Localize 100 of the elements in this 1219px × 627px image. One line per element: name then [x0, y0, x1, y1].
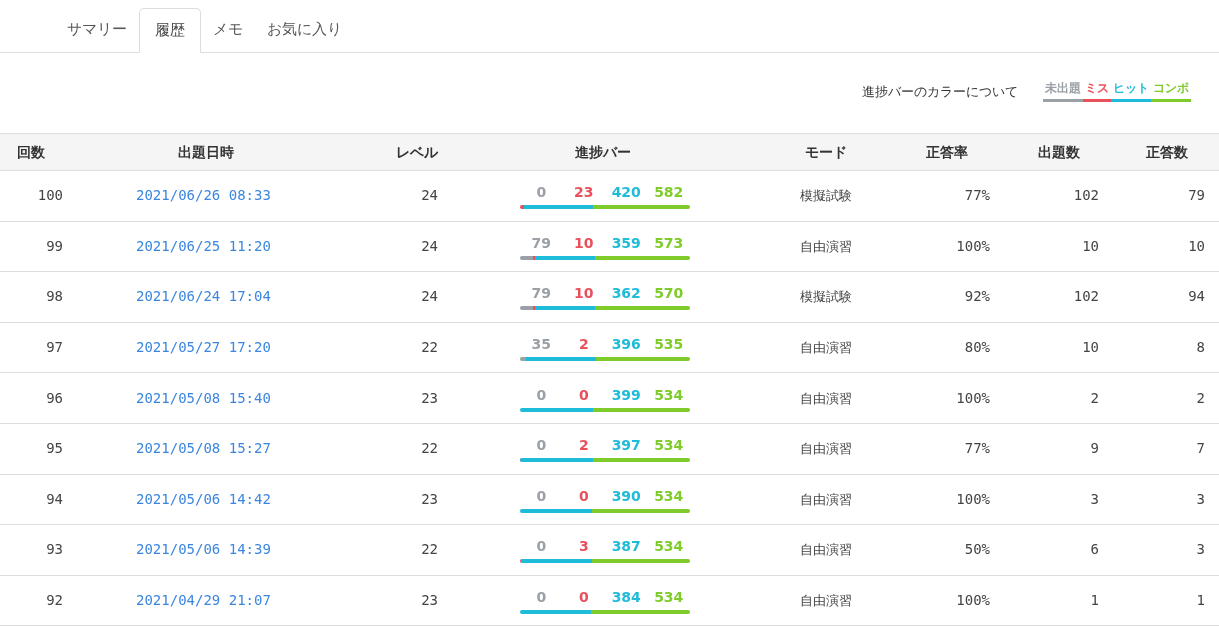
tab[interactable]: 履歴: [139, 8, 201, 53]
progress-count: 534: [654, 538, 684, 555]
questions-cell: 102: [1073, 288, 1099, 305]
progress-count: 570: [654, 285, 684, 302]
mode-cell: 自由演習: [800, 340, 852, 356]
progress-count: 362: [611, 285, 641, 302]
correct-cell: 3: [1196, 490, 1205, 507]
level-cell: 23: [421, 490, 438, 507]
progress-count: 359: [611, 234, 641, 251]
rate-cell: 77%: [964, 440, 990, 457]
progress-count: 390: [611, 487, 641, 504]
legend-label: 進捗バーのカラーについて: [862, 83, 1018, 101]
progress-count: 0: [578, 386, 589, 403]
mode-cell: 模擬試験: [800, 289, 852, 305]
questions-cell: 102: [1073, 187, 1099, 204]
progress-count: 534: [654, 386, 684, 403]
correct-cell: 2: [1196, 389, 1205, 406]
date-link[interactable]: 2021/06/24 17:04: [136, 288, 271, 305]
date-link[interactable]: 2021/05/08 15:40: [136, 389, 271, 406]
level-cell: 22: [421, 440, 438, 457]
progress-count: 23: [574, 184, 594, 201]
level-cell: 24: [421, 187, 438, 204]
progress-count: 534: [654, 437, 684, 454]
progress-count: 534: [654, 487, 684, 504]
column-header: モード: [804, 142, 848, 162]
progress-count: 535: [654, 336, 684, 353]
mode-cell: 自由演習: [800, 491, 852, 507]
progress-count: 0: [536, 386, 547, 403]
date-link[interactable]: 2021/04/29 21:07: [136, 592, 271, 609]
tab[interactable]: メモ: [201, 7, 255, 52]
column-header: 出題日時: [177, 142, 235, 162]
correct-cell: 1: [1196, 592, 1205, 609]
correct-cell: 3: [1196, 541, 1205, 558]
rate-cell: 100%: [956, 592, 990, 609]
count-cell: 94: [46, 490, 63, 507]
date-link[interactable]: 2021/05/06 14:39: [136, 541, 271, 558]
correct-cell: 7: [1196, 440, 1205, 457]
date-link[interactable]: 2021/06/26 08:33: [136, 187, 271, 204]
level-cell: 24: [421, 288, 438, 305]
progress-count: 582: [654, 184, 684, 201]
rate-cell: 100%: [956, 490, 990, 507]
column-header: レベル: [395, 142, 439, 162]
column-header: 出題数: [1037, 142, 1081, 162]
tab[interactable]: お気に入り: [255, 7, 354, 52]
count-cell: 98: [46, 288, 63, 305]
column-header: 進捗バー: [574, 142, 632, 162]
rate-cell: 100%: [956, 389, 990, 406]
mode-cell: 自由演習: [800, 441, 852, 457]
column-header: 正答率: [925, 142, 969, 162]
rate-cell: 92%: [964, 288, 990, 305]
correct-cell: 8: [1196, 339, 1205, 356]
questions-cell: 1: [1090, 592, 1099, 609]
mode-cell: 自由演習: [800, 593, 852, 609]
progress-count: 10: [574, 285, 594, 302]
progress-count: 3: [578, 538, 589, 555]
count-cell: 100: [37, 187, 63, 204]
progress-count: 399: [611, 386, 641, 403]
progress-count: 420: [611, 184, 641, 201]
questions-cell: 3: [1090, 490, 1099, 507]
legend-item: ミス: [1083, 79, 1111, 102]
mode-cell: 自由演習: [800, 390, 852, 406]
date-link[interactable]: 2021/05/08 15:27: [136, 440, 271, 457]
rate-cell: 50%: [964, 541, 990, 558]
correct-cell: 79: [1188, 187, 1205, 204]
count-cell: 99: [46, 237, 63, 254]
progress-count: 35: [531, 336, 551, 353]
questions-cell: 10: [1082, 339, 1099, 356]
progress-count: 0: [536, 487, 547, 504]
progress-count: 2: [578, 336, 589, 353]
date-link[interactable]: 2021/06/25 11:20: [136, 237, 271, 254]
count-cell: 96: [46, 389, 63, 406]
mode-cell: 模擬試験: [800, 188, 852, 204]
date-link[interactable]: 2021/05/06 14:42: [136, 490, 271, 507]
count-cell: 92: [46, 592, 63, 609]
progress-count: 0: [536, 589, 547, 606]
tab[interactable]: サマリー: [55, 7, 139, 52]
progress-count: 0: [536, 437, 547, 454]
progress-count: 384: [611, 589, 641, 606]
count-cell: 95: [46, 440, 63, 457]
rate-cell: 77%: [964, 187, 990, 204]
level-cell: 22: [421, 541, 438, 558]
progress-count: 397: [611, 437, 641, 454]
questions-cell: 10: [1082, 237, 1099, 254]
progress-count: 396: [611, 336, 641, 353]
legend-item: コンボ: [1151, 79, 1191, 102]
rate-cell: 100%: [956, 237, 990, 254]
correct-cell: 94: [1188, 288, 1205, 305]
progress-count: 10: [574, 234, 594, 251]
level-cell: 22: [421, 339, 438, 356]
progress-count: 79: [531, 234, 551, 251]
date-link[interactable]: 2021/05/27 17:20: [136, 339, 271, 356]
progress-count: 2: [578, 437, 589, 454]
progress-count: 0: [578, 589, 589, 606]
legend-item: ヒット: [1111, 79, 1151, 102]
progress-count: 79: [531, 285, 551, 302]
progress-count: 0: [536, 538, 547, 555]
count-cell: 93: [46, 541, 63, 558]
progress-count: 0: [578, 487, 589, 504]
column-header: 回数: [16, 142, 46, 162]
questions-cell: 9: [1090, 440, 1099, 457]
